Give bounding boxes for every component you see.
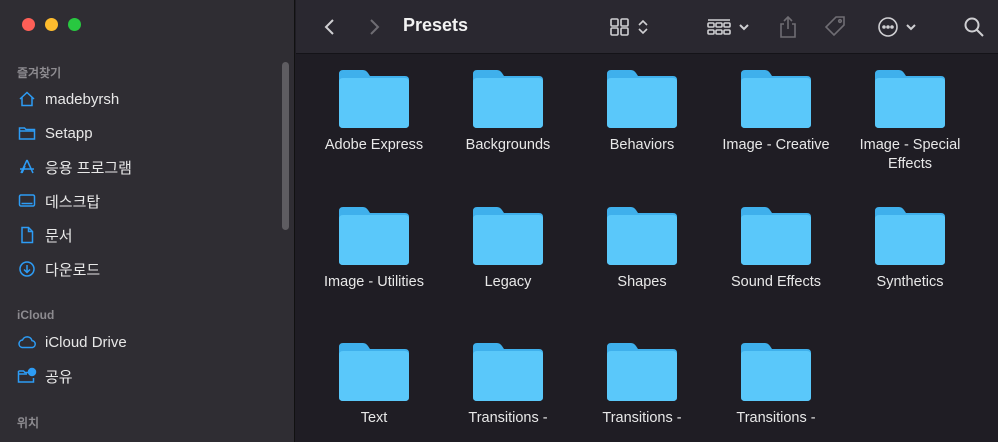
folder-item[interactable]: Synthetics — [843, 205, 977, 292]
folder-item[interactable]: Text — [307, 341, 441, 428]
chevron-down-icon — [906, 24, 916, 31]
sidebar-item-label: 응용 프로그램 — [45, 159, 132, 177]
file-name: Backgrounds — [465, 137, 551, 153]
sidebar-item-label: Setapp — [45, 124, 93, 142]
desktop-icon — [17, 191, 37, 211]
chevron-right-icon — [370, 19, 380, 35]
sidebar-item-icloud-drive[interactable]: iCloud Drive — [17, 329, 127, 355]
file-name: Transitions - — [468, 410, 548, 426]
folder-icon — [473, 343, 543, 401]
shared-folder-icon — [17, 366, 37, 386]
share-icon — [780, 15, 796, 38]
forward-button[interactable] — [360, 0, 388, 54]
zoom-window-button[interactable] — [68, 18, 81, 31]
content-scrollbar[interactable] — [993, 54, 998, 442]
file-grid: Adobe Express Backgrounds Behaviors Imag… — [296, 54, 998, 442]
window-controls — [22, 18, 81, 31]
tag-button[interactable] — [820, 0, 850, 54]
sidebar-item-downloads[interactable]: 다운로드 — [17, 256, 100, 282]
file-name: Transitions - — [736, 410, 816, 426]
folder-icon — [607, 207, 677, 265]
folder-icon — [875, 70, 945, 128]
folder-item[interactable]: Transitions - — [575, 341, 709, 428]
file-name: Shapes — [617, 274, 667, 290]
chevron-updown-icon — [638, 19, 648, 35]
view-mode-button[interactable] — [604, 0, 654, 54]
sidebar-item-documents[interactable]: 문서 — [17, 222, 73, 248]
folder-item[interactable]: Behaviors — [575, 68, 709, 155]
favorites-header: 즐겨찾기 — [17, 66, 62, 80]
file-name: Image - Utilities — [324, 274, 424, 290]
cloud-icon — [17, 332, 37, 352]
folder-icon — [607, 343, 677, 401]
download-icon — [17, 259, 37, 279]
sidebar-item-applications[interactable]: 응용 프로그램 — [17, 154, 132, 180]
sidebar-item-label: iCloud Drive — [45, 333, 127, 351]
chevron-left-icon — [324, 19, 334, 35]
group-grid-icon — [707, 19, 731, 35]
sidebar-item-desktop[interactable]: 데스크탑 — [17, 188, 100, 214]
sidebar-item-setapp[interactable]: Setapp — [17, 120, 93, 146]
folder-icon — [741, 70, 811, 128]
folder-icon — [339, 207, 409, 265]
folder-icon — [607, 70, 677, 128]
sidebar-item-label: 문서 — [45, 227, 73, 245]
folder-icon — [875, 207, 945, 265]
file-name: Behaviors — [609, 137, 675, 153]
folder-item[interactable]: Image - Special Effects — [843, 68, 977, 174]
tag-icon — [824, 16, 845, 37]
file-name: Image - Creative — [722, 137, 830, 153]
sidebar-item-home[interactable]: madebyrsh — [17, 86, 119, 112]
sidebar: 즐겨찾기 madebyrsh Setapp 응용 프로그램 데스크탑 문서 다운… — [0, 0, 295, 442]
folder-item[interactable]: Image - Creative — [709, 68, 843, 155]
folder-item[interactable]: Shapes — [575, 205, 709, 292]
share-button[interactable] — [774, 0, 802, 54]
folder-icon — [473, 207, 543, 265]
folder-item[interactable]: Transitions - — [441, 341, 575, 428]
grid-view-icon — [610, 18, 629, 36]
folder-item[interactable]: Image - Utilities — [307, 205, 441, 292]
sidebar-item-label: madebyrsh — [45, 90, 120, 108]
folder-icon — [339, 343, 409, 401]
folder-item[interactable]: Backgrounds — [441, 68, 575, 155]
folder-icon — [339, 70, 409, 128]
file-name: Synthetics — [876, 274, 944, 290]
sidebar-item-label: 다운로드 — [45, 261, 101, 279]
file-name: Text — [360, 410, 388, 426]
folder-icon — [741, 207, 811, 265]
document-icon — [17, 225, 37, 245]
window-title: Presets — [403, 15, 469, 35]
minimize-window-button[interactable] — [45, 18, 58, 31]
file-name: Sound Effects — [730, 274, 822, 290]
folder-icon — [473, 70, 543, 128]
home-icon — [17, 89, 37, 109]
folder-item[interactable]: Legacy — [441, 205, 575, 292]
file-name: Transitions - — [602, 410, 682, 426]
group-by-button[interactable] — [702, 0, 754, 54]
chevron-down-icon — [739, 24, 749, 31]
folder-item[interactable]: Adobe Express — [307, 68, 441, 155]
close-window-button[interactable] — [22, 18, 35, 31]
more-actions-button[interactable] — [874, 0, 920, 54]
sidebar-item-label: 공유 — [45, 368, 73, 386]
toolbar: Presets — [296, 0, 998, 54]
file-name: Legacy — [484, 274, 532, 290]
sidebar-scrollbar[interactable] — [282, 62, 289, 230]
back-button[interactable] — [316, 0, 344, 54]
search-button[interactable] — [960, 0, 988, 54]
folder-icon — [741, 343, 811, 401]
applications-icon — [17, 157, 37, 177]
locations-header: 위치 — [17, 416, 40, 430]
file-name: Image - Special Effects — [859, 137, 961, 172]
ellipsis-circle-icon — [878, 17, 898, 37]
icloud-header: iCloud — [17, 308, 55, 322]
file-name: Adobe Express — [324, 137, 424, 153]
folder-item[interactable]: Sound Effects — [709, 205, 843, 292]
sidebar-item-label: 데스크탑 — [45, 193, 101, 211]
folder-icon — [17, 123, 37, 143]
search-icon — [964, 17, 984, 37]
sidebar-item-shared[interactable]: 공유 — [17, 363, 73, 389]
folder-item[interactable]: Transitions - — [709, 341, 843, 428]
